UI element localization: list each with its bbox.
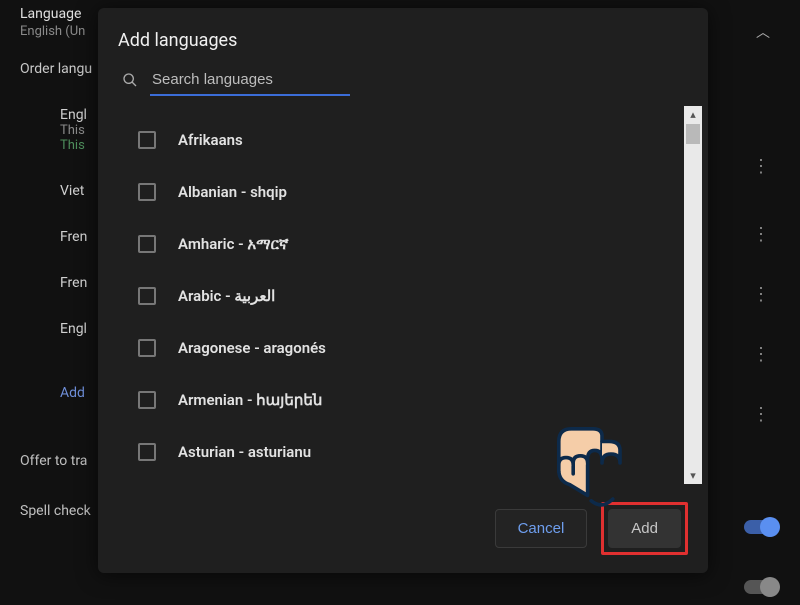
language-item-label: Engl: [60, 321, 87, 337]
search-icon: [122, 72, 138, 92]
language-option[interactable]: Afrikaans: [118, 114, 702, 166]
language-list: Afrikaans Albanian - shqip Amharic - አማር…: [98, 106, 702, 484]
dialog-footer: Cancel Add: [98, 484, 708, 573]
checkbox[interactable]: [138, 287, 156, 305]
more-icon[interactable]: ⋮: [752, 164, 770, 170]
language-option-label: Aragonese - aragonés: [178, 339, 326, 357]
chevron-up-icon[interactable]: ︿: [756, 22, 770, 42]
language-option[interactable]: Arabic - العربية: [118, 270, 702, 322]
checkbox[interactable]: [138, 391, 156, 409]
search-input[interactable]: [150, 67, 350, 96]
language-item-label: Fren: [60, 229, 87, 245]
checkbox[interactable]: [138, 235, 156, 253]
scrollbar-thumb[interactable]: [686, 124, 700, 144]
more-icon[interactable]: ⋮: [752, 412, 770, 418]
language-option[interactable]: Asturian - asturianu: [118, 426, 702, 478]
language-option[interactable]: Albanian - shqip: [118, 166, 702, 218]
checkbox[interactable]: [138, 131, 156, 149]
language-item-label: Viet: [60, 183, 84, 199]
add-button-highlight: Add: [601, 502, 688, 555]
language-option[interactable]: Armenian - հայերեն: [118, 374, 702, 426]
language-option-label: Afrikaans: [178, 131, 243, 149]
language-option-label: Amharic - አማርኛ: [178, 235, 288, 253]
checkbox[interactable]: [138, 183, 156, 201]
more-icon[interactable]: ⋮: [752, 352, 770, 358]
language-item-label: Engl: [60, 107, 87, 123]
language-option-label: Asturian - asturianu: [178, 443, 311, 461]
offer-translate-toggle[interactable]: [744, 520, 778, 534]
add-languages-dialog: Add languages Afrikaans Albanian - shqip…: [98, 8, 708, 573]
language-option[interactable]: Amharic - አማርኛ: [118, 218, 702, 270]
checkbox[interactable]: [138, 443, 156, 461]
spell-check-toggle[interactable]: [744, 580, 778, 594]
language-option[interactable]: Aragonese - aragonés: [118, 322, 702, 374]
more-icon[interactable]: ⋮: [752, 292, 770, 298]
add-button[interactable]: Add: [608, 509, 681, 548]
more-icon[interactable]: ⋮: [752, 232, 770, 238]
dialog-title: Add languages: [98, 8, 708, 65]
language-option-label: Albanian - shqip: [178, 183, 287, 201]
language-item-label: Fren: [60, 275, 87, 291]
scroll-down-icon[interactable]: ▾: [684, 469, 702, 482]
cancel-button[interactable]: Cancel: [495, 509, 588, 548]
language-option-label: Arabic - العربية: [178, 287, 275, 305]
language-option-label: Armenian - հայերեն: [178, 391, 322, 409]
scrollbar[interactable]: ▴ ▾: [684, 106, 702, 484]
checkbox[interactable]: [138, 339, 156, 357]
scroll-up-icon[interactable]: ▴: [684, 108, 702, 121]
